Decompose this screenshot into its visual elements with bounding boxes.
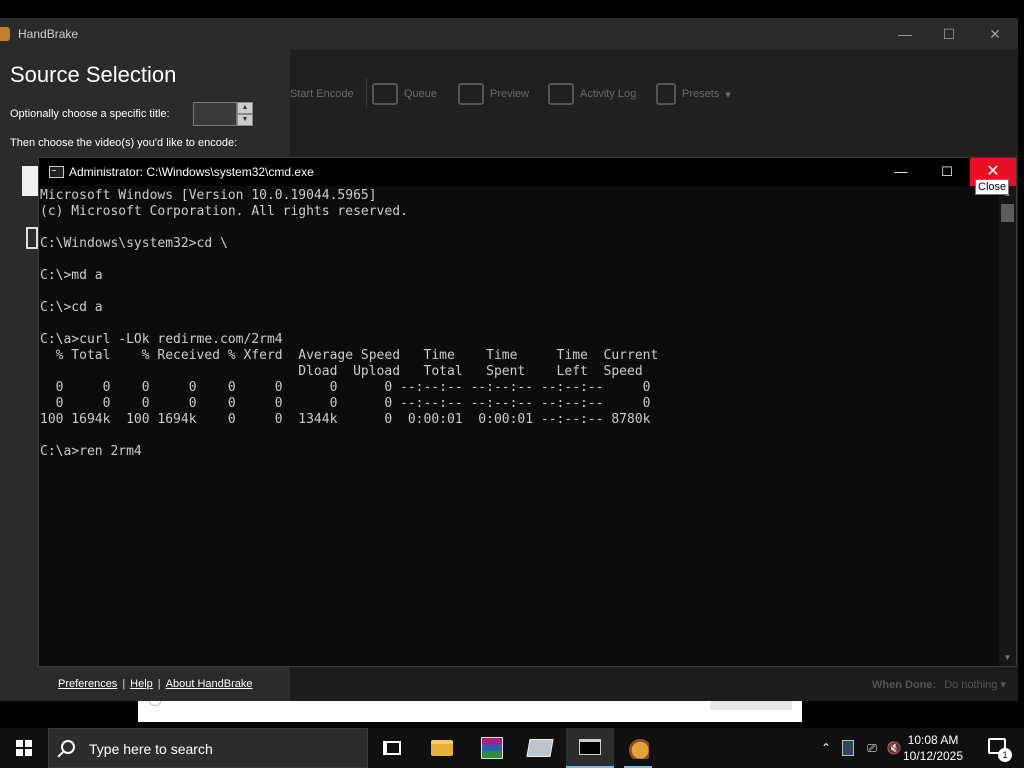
winrar-icon [481,737,503,759]
console-line: C:\Windows\system32>cd \ [40,236,228,251]
chevron-down-icon: ▾ [1000,679,1006,691]
start-encode-label: Start Encode [290,88,354,100]
preview-button[interactable]: Preview [458,74,529,114]
activity-log-label: Activity Log [580,88,637,100]
handbrake-icon [627,737,649,759]
queue-label: Queue [404,88,438,100]
clock-date: 10/12/2025 [902,749,964,763]
maximize-button[interactable]: ☐ [934,24,964,44]
presets-label: Presets [682,88,720,100]
search-placeholder: Type here to search [89,741,213,757]
console-line: C:\>md a [40,268,103,283]
close-tooltip: Close [975,179,1010,195]
preview-icon [458,83,484,105]
folder-icon [431,740,453,756]
cmd-maximize-button[interactable]: ☐ [924,158,970,186]
winrar-button[interactable] [468,728,516,768]
console-line: C:\a>curl -LOk redirme.com/2rm4 [40,332,283,347]
when-done[interactable]: When Done: Do nothing ▾ [872,678,1006,691]
console-line: C:\a>ren 2rm4 [40,444,142,459]
file-explorer-button[interactable] [418,728,466,768]
title-stepper[interactable]: ▲ ▼ [193,102,253,126]
chevron-up-icon[interactable]: ⌃ [818,740,834,756]
cmd-titlebar[interactable]: Administrator: C:\Windows\system32\cmd.e… [39,158,1016,186]
handbrake-toolbar: Start Encode Queue Preview Activity Log … [290,74,770,114]
clock[interactable]: 10:08 AM 10/12/2025 [898,732,968,764]
when-done-label: When Done: [872,679,937,691]
title-label: Optionally choose a specific title: [10,108,170,120]
vertical-scrollbar[interactable]: ▲ ▼ [999,186,1016,666]
cmd-taskbar-button[interactable] [566,728,614,768]
cmd-title: Administrator: C:\Windows\system32\cmd.e… [69,165,314,179]
chevron-down-icon: ▾ [725,88,731,101]
footer-links: Preferences | Help | About HandBrake [58,678,253,690]
cmd-minimize-button[interactable]: — [878,158,924,186]
cmd-app-icon [49,166,64,178]
link-separator: | [157,678,161,690]
network-icon[interactable]: ⎚ [864,740,880,756]
windows-icon [16,740,32,756]
console-line: Dload Upload Total Spent Left Speed [40,364,643,379]
activity-log-icon [548,83,574,105]
file-option-icon[interactable] [26,227,38,249]
console-line: 100 1694k 100 1694k 0 0 1344k 0 0:00:01 … [40,412,651,427]
system-tray: ⌃ ⎚ 🔇 10:08 AM 10/12/2025 1 [804,728,1024,768]
start-button[interactable] [0,728,48,768]
queue-icon [372,83,398,105]
task-view-icon [383,741,401,755]
console-line: 0 0 0 0 0 0 0 0 --:--:-- --:--:-- --:--:… [40,380,651,395]
queue-button[interactable]: Queue [372,74,437,114]
task-view-button[interactable] [368,728,416,768]
cmd-window[interactable]: Administrator: C:\Windows\system32\cmd.e… [38,157,1017,667]
console-line: Microsoft Windows [Version 10.0.19044.59… [40,188,377,203]
presets-icon [656,83,676,105]
vm-icon [526,739,554,757]
stepper-up-icon[interactable]: ▲ [237,102,253,114]
console-line: (c) Microsoft Corporation. All rights re… [40,204,408,219]
cmd-icon [579,739,601,755]
handbrake-titlebar: HandBrake — ☐ ✕ [0,18,1018,50]
clock-time: 10:08 AM [907,733,959,747]
activity-log-button[interactable]: Activity Log [548,74,636,114]
presets-button[interactable]: Presets ▾ [656,74,731,114]
preferences-link[interactable]: Preferences [58,678,117,690]
video-label: Then choose the video(s) you'd like to e… [10,137,238,149]
stepper-down-icon[interactable]: ▼ [237,114,253,126]
toolbar-divider [366,78,367,108]
taskbar-search[interactable]: Type here to search [48,728,368,768]
about-link[interactable]: About HandBrake [166,678,253,690]
close-button[interactable]: ✕ [980,24,1010,44]
handbrake-title: HandBrake [18,27,79,41]
minimize-button[interactable]: — [890,24,920,44]
title-input[interactable] [193,102,237,126]
vm-app-button[interactable] [516,728,564,768]
storage-icon[interactable] [842,740,854,756]
when-done-value: Do nothing [944,679,998,691]
help-link[interactable]: Help [130,678,153,690]
handbrake-app-icon [0,27,10,41]
search-icon [61,740,75,754]
taskbar: Type here to search ⌃ ⎚ 🔇 10:08 AM 10/12… [0,728,1024,768]
console-line: C:\>cd a [40,300,103,315]
source-selection-heading: Source Selection [10,62,177,87]
console-line: 0 0 0 0 0 0 0 0 --:--:-- --:--:-- --:--:… [40,396,651,411]
scroll-down-icon[interactable]: ▼ [999,650,1016,666]
notification-count: 1 [998,748,1012,762]
scroll-thumb[interactable] [1001,204,1014,222]
handbrake-taskbar-button[interactable] [614,728,662,768]
status-bar: When Done: Do nothing ▾ [290,668,1018,701]
start-encode-button[interactable]: Start Encode [290,74,354,114]
console-line: % Total % Received % Xferd Average Speed… [40,348,659,363]
link-separator: | [122,678,126,690]
preview-label: Preview [490,88,530,100]
console-output[interactable]: Microsoft Windows [Version 10.0.19044.59… [39,188,999,666]
